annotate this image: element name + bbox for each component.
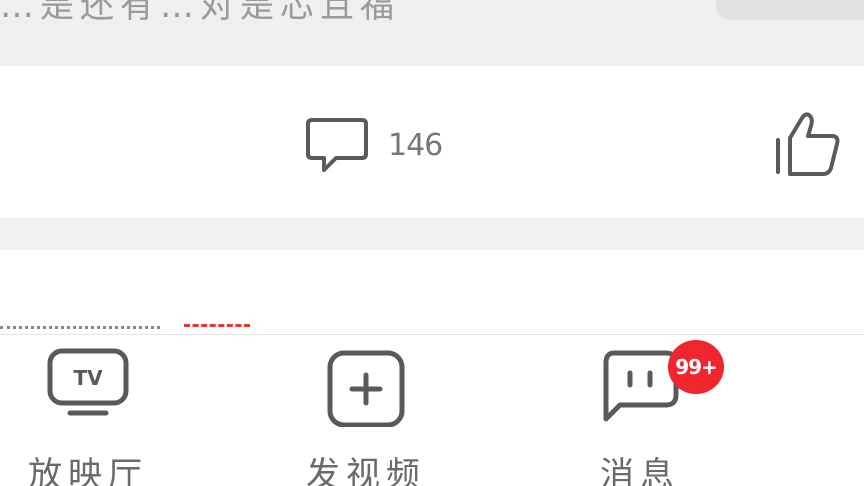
- comment-count: 146: [388, 127, 443, 163]
- comment-button[interactable]: 146: [304, 110, 443, 180]
- tab-cinema-label: 放映厅: [28, 455, 148, 486]
- app-screen: …是还有…对是芯且福 146 TV 放映厅 发视频 消息 99+: [0, 0, 864, 486]
- post-action-row: 146: [0, 66, 864, 218]
- bottom-tab-bar: TV 放映厅 发视频 消息: [0, 334, 864, 486]
- svg-text:TV: TV: [73, 366, 103, 390]
- tab-post-video[interactable]: 发视频: [276, 335, 456, 486]
- card-separator: [0, 218, 864, 250]
- next-card-text-fragment: [0, 326, 160, 333]
- next-card-highlight-fragment: [184, 324, 250, 333]
- previous-card-footer: …是还有…对是芯且福: [0, 0, 864, 66]
- thumbs-up-icon: [776, 112, 840, 176]
- tab-cinema[interactable]: TV 放映厅: [0, 335, 178, 486]
- tab-messages-label: 消息: [600, 455, 680, 486]
- message-badge: 99+: [668, 340, 724, 394]
- like-button[interactable]: [770, 110, 850, 180]
- next-card-peek[interactable]: [0, 250, 864, 336]
- tab-post-video-label: 发视频: [306, 455, 426, 486]
- previous-card-chip[interactable]: [716, 0, 864, 20]
- previous-card-text: …是还有…对是芯且福: [0, 0, 400, 26]
- tv-icon: TV: [47, 348, 129, 416]
- comment-bubble-icon: [306, 118, 368, 172]
- plus-square-icon: [327, 350, 405, 427]
